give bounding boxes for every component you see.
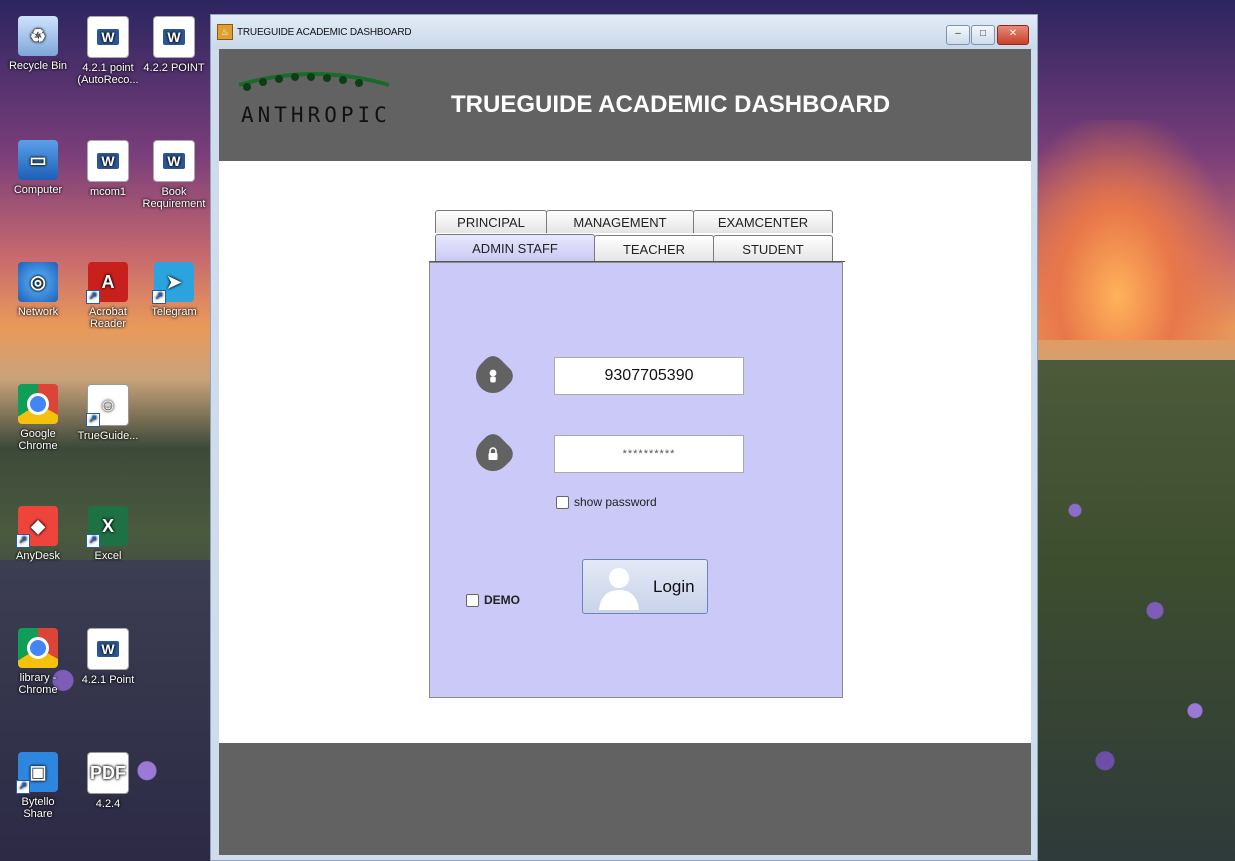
demo-label: DEMO	[484, 593, 520, 607]
window-titlebar[interactable]: ♨ TRUEGUIDE ACADEMIC DASHBOARD	[211, 15, 1037, 49]
tab-teacher[interactable]: TEACHER	[594, 235, 714, 262]
logo-emblem-icon	[238, 72, 390, 91]
desktop-icon-label: Computer	[13, 184, 63, 196]
username-input[interactable]: 9307705390	[554, 357, 744, 395]
wallpaper-flowers-right	[1035, 360, 1235, 861]
acrobat-reader-icon: A ↗	[86, 262, 128, 304]
login-panel: 9307705390 ********** show password DEMO	[429, 262, 843, 698]
show-password-label: show password	[574, 495, 657, 509]
desktop-icon-label: 4.2.1 Point	[81, 674, 135, 686]
computer-icon: ▭	[18, 140, 58, 180]
pdf-file-icon: PDF	[87, 752, 129, 794]
shortcut-arrow-icon: ↗	[86, 413, 100, 427]
minimize-button[interactable]: –	[946, 25, 970, 45]
desktop-icon-label: 4.2.2 POINT	[143, 62, 205, 74]
desktop-icon-word-doc[interactable]: W 4.2.1 Point	[76, 628, 140, 686]
trueguide-bee-icon: ☺ ↗	[86, 384, 129, 427]
bytello-share-icon: ▣ ↗	[16, 752, 58, 794]
login-button-label: Login	[653, 576, 695, 596]
password-input[interactable]: **********	[554, 435, 744, 473]
network-globe-icon: ◎	[18, 262, 58, 302]
checkbox-box[interactable]	[466, 593, 479, 607]
tab-principal[interactable]: PRINCIPAL	[435, 210, 547, 233]
tab-examcenter[interactable]: EXAMCENTER	[693, 210, 833, 233]
desktop-icon-excel[interactable]: X ↗ Excel	[76, 506, 140, 562]
desktop-icon-pdf[interactable]: PDF 4.2.4	[76, 752, 140, 810]
desktop-icon-network[interactable]: ◎ Network	[6, 262, 70, 318]
desktop-icon-label: TrueGuide...	[77, 430, 139, 442]
desktop-icon-trueguide[interactable]: ☺ ↗ TrueGuide...	[76, 384, 140, 442]
desktop-icon-label: Recycle Bin	[8, 60, 68, 72]
logo-text: ANTHROPIC	[241, 103, 391, 127]
desktop-icon-label: library - Chrome	[18, 672, 58, 696]
app-header: ANTHROPIC TRUEGUIDE ACADEMIC DASHBOARD	[219, 49, 1031, 161]
anydesk-icon: ◆ ↗	[16, 506, 58, 548]
desktop-icon-anydesk[interactable]: ◆ ↗ AnyDesk	[6, 506, 70, 562]
desktop-icon-label: Acrobat Reader	[89, 306, 127, 330]
desktop-icon-word-doc[interactable]: W 4.2.2 POINT	[142, 16, 206, 74]
tab-admin-staff[interactable]: ADMIN STAFF	[435, 234, 595, 262]
desktop-icon-label: Network	[17, 306, 59, 318]
desktop-icon-label: Google Chrome	[18, 428, 58, 452]
telegram-icon: ➤ ↗	[152, 262, 194, 304]
desktop-icon-label: Excel	[94, 550, 122, 562]
desktop-icon-acrobat[interactable]: A ↗ Acrobat Reader	[76, 262, 140, 330]
word-doc-icon: W	[153, 16, 195, 58]
desktop-icon-label: 4.2.4	[95, 798, 121, 810]
desktop-icon-word-doc[interactable]: W mcom1	[76, 140, 140, 198]
desktop-icon-word-doc[interactable]: W Book Requirement	[142, 140, 206, 210]
word-doc-icon: W	[87, 140, 129, 182]
excel-icon: X ↗	[86, 506, 128, 548]
recycle-bin-icon: ♻	[18, 16, 58, 56]
lock-icon	[468, 429, 518, 479]
word-doc-icon: W	[87, 16, 129, 58]
app-window: ♨ TRUEGUIDE ACADEMIC DASHBOARD – □ ✕ ANT…	[210, 14, 1038, 861]
shortcut-arrow-icon: ↗	[152, 290, 166, 304]
tab-student[interactable]: STUDENT	[713, 235, 833, 262]
chrome-icon	[18, 628, 58, 668]
main-content: PRINCIPAL MANAGEMENT EXAMCENTER ADMIN ST…	[219, 161, 1031, 743]
tab-management[interactable]: MANAGEMENT	[546, 210, 694, 233]
desktop-icon-recycle-bin[interactable]: ♻ Recycle Bin	[6, 16, 70, 72]
page-title: TRUEGUIDE ACADEMIC DASHBOARD	[451, 91, 891, 118]
desktop-icon-bytello[interactable]: ▣ ↗ Bytello Share	[6, 752, 70, 820]
maximize-button[interactable]: □	[971, 25, 995, 45]
desktop-icon-label: mcom1	[89, 186, 127, 198]
word-doc-icon: W	[153, 140, 195, 182]
word-doc-icon: W	[87, 628, 129, 670]
desktop-icon-computer[interactable]: ▭ Computer	[6, 140, 70, 196]
role-tabs: PRINCIPAL MANAGEMENT EXAMCENTER ADMIN ST…	[435, 210, 835, 262]
shortcut-arrow-icon: ↗	[86, 290, 100, 304]
desktop-icon-label: Bytello Share	[21, 796, 55, 820]
desktop-icon-library-chrome[interactable]: library - Chrome	[6, 628, 70, 696]
shortcut-arrow-icon: ↗	[16, 534, 30, 548]
shortcut-arrow-icon: ↗	[86, 534, 100, 548]
desktop-icon-word-doc[interactable]: W 4.2.1 point (AutoReco...	[76, 16, 140, 86]
user-avatar-icon	[599, 567, 639, 610]
close-button[interactable]: ✕	[997, 25, 1029, 45]
show-password-checkbox[interactable]: show password	[556, 495, 657, 509]
window-title: TRUEGUIDE ACADEMIC DASHBOARD	[237, 26, 412, 38]
desktop-icon-label: Telegram	[151, 306, 197, 318]
desktop-icon-chrome[interactable]: Google Chrome	[6, 384, 70, 452]
user-icon	[468, 351, 518, 401]
chrome-icon	[18, 384, 58, 424]
shortcut-arrow-icon: ↗	[16, 780, 30, 794]
demo-checkbox[interactable]: DEMO	[466, 593, 520, 607]
login-button[interactable]: Login	[582, 559, 708, 614]
java-app-icon: ♨	[217, 24, 233, 40]
desktop-icon-label: AnyDesk	[15, 550, 61, 562]
checkbox-box[interactable]	[556, 495, 569, 509]
desktop-icon-label: Book Requirement	[142, 186, 206, 210]
desktop-icon-telegram[interactable]: ➤ ↗ Telegram	[142, 262, 206, 318]
desktop-icon-label: 4.2.1 point (AutoReco...	[77, 62, 139, 86]
app-footer	[219, 743, 1031, 855]
